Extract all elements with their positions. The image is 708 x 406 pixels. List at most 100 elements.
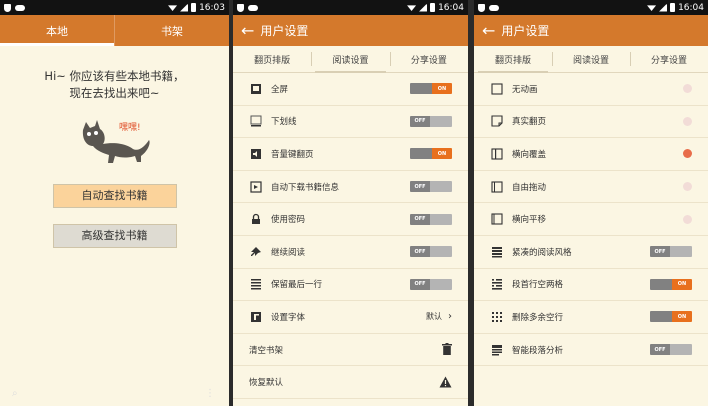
setting-label: 删除多余空行 [512, 312, 564, 323]
setting-row-indent[interactable]: 段首行空两格 ON [474, 269, 708, 302]
toggle-state: OFF [650, 344, 670, 356]
setting-row-keep-last-line[interactable]: 保留最后一行 OFF [233, 269, 468, 302]
battery-icon [670, 3, 676, 12]
tab-local[interactable]: 本地 [0, 15, 114, 46]
toggle-state: OFF [410, 278, 430, 290]
setting-row-clear-shelf[interactable]: 清空书架 [233, 334, 468, 367]
indent-toggle[interactable]: ON [650, 278, 692, 290]
toggle-state: OFF [410, 115, 430, 127]
setting-row-remove-blank-lines[interactable]: 删除多余空行 ON [474, 301, 708, 334]
toggle-state: OFF [410, 181, 430, 193]
auto-download-toggle[interactable]: OFF [410, 181, 452, 193]
toggle-state: OFF [410, 213, 430, 225]
battery-icon [191, 3, 197, 12]
download-icon [249, 180, 263, 194]
empty-message-line1: Hi~ 你应该有些本地书籍， [44, 69, 185, 83]
page-title: 用户设置 [501, 24, 550, 38]
pin-icon [249, 245, 263, 259]
compact-style-toggle[interactable]: OFF [650, 246, 692, 258]
shield-icon [237, 3, 244, 12]
tab-page-layout[interactable]: 翻页排版 [474, 46, 552, 73]
toggle-state: ON [432, 148, 452, 160]
setting-row-compact-style[interactable]: 紧凑的阅读风格 OFF [474, 236, 708, 269]
back-arrow-icon[interactable]: ← [241, 22, 254, 39]
fullscreen-toggle[interactable]: ON [410, 83, 452, 95]
setting-label: 设置字体 [271, 312, 306, 323]
tab-reading-settings[interactable]: 阅读设置 [552, 46, 630, 72]
tab-share-settings[interactable]: 分享设置 [630, 46, 708, 72]
page-title: 用户设置 [260, 24, 309, 38]
clock: 16:04 [678, 2, 704, 13]
setting-label: 横向平移 [512, 215, 547, 226]
wifi-icon [647, 5, 657, 11]
title-bar: ← 用户设置 [474, 15, 708, 46]
paragraph-icon [490, 343, 504, 357]
setting-row-underline[interactable]: 下划线 OFF [233, 106, 468, 139]
setting-row-auto-download[interactable]: 自动下载书籍信息 OFF [233, 171, 468, 204]
fullscreen-icon [249, 82, 263, 96]
cloud-icon [248, 4, 258, 11]
signal-icon [419, 3, 428, 12]
trash-icon[interactable] [442, 340, 452, 359]
horizontal-cover-radio[interactable] [683, 149, 692, 159]
clock: 16:04 [438, 2, 464, 13]
setting-row-no-animation[interactable]: 无动画 [474, 73, 708, 106]
tab-page-layout[interactable]: 翻页排版 [233, 46, 311, 72]
tab-bookshelf[interactable]: 书架 [114, 15, 229, 46]
chevron-right-icon: › [448, 311, 452, 323]
setting-row-free-drag[interactable]: 自由拖动 [474, 171, 708, 204]
cloud-icon [489, 4, 499, 11]
auto-find-books-button[interactable]: 自动查找书籍 [52, 184, 177, 208]
more-icon[interactable]: ⋮ [205, 388, 215, 399]
lock-icon [249, 212, 263, 226]
horizontal-slide-radio[interactable] [683, 214, 692, 224]
wifi-icon [407, 5, 417, 11]
remove-blank-lines-toggle[interactable]: ON [650, 311, 692, 323]
font-icon [249, 310, 263, 324]
toggle-state: ON [672, 311, 692, 323]
status-bar: 16:04 [233, 0, 468, 15]
wifi-icon [168, 5, 178, 11]
reading-settings-screen: 16:04 ← 用户设置 翻页排版 阅读设置 分享设置 全屏 ON 下划线 OF… [233, 0, 468, 406]
search-icon[interactable]: ⌕ [12, 388, 22, 399]
setting-row-continue-reading[interactable]: 继续阅读 OFF [233, 236, 468, 269]
setting-row-real-page-turn[interactable]: 真实翻页 [474, 106, 708, 139]
smart-paragraph-toggle[interactable]: OFF [650, 344, 692, 356]
advanced-find-books-button[interactable]: 高级查找书籍 [52, 224, 177, 248]
settings-tabs: 翻页排版 阅读设置 分享设置 [474, 46, 708, 73]
tab-share-settings[interactable]: 分享设置 [389, 46, 468, 72]
battery-icon [430, 3, 436, 12]
setting-label: 横向覆盖 [512, 149, 547, 160]
volume-page-toggle[interactable]: ON [410, 148, 452, 160]
shield-icon [478, 3, 485, 12]
free-drag-radio[interactable] [683, 182, 692, 192]
indent-icon [490, 277, 504, 291]
warning-icon[interactable] [439, 373, 452, 392]
setting-row-smart-paragraph[interactable]: 智能段落分析 OFF [474, 334, 708, 367]
status-bar: 16:04 [474, 0, 708, 15]
underline-toggle[interactable]: OFF [410, 115, 452, 127]
setting-row-restore-defaults[interactable]: 恢复默认 [233, 366, 468, 399]
setting-row-horizontal-cover[interactable]: 横向覆盖 [474, 138, 708, 171]
no-animation-radio[interactable] [683, 84, 692, 94]
local-books-screen: 16:03 本地 书架 Hi~ 你应该有些本地书籍， 现在去找出来吧~ 嘿嘿! … [0, 0, 229, 406]
signal-icon [180, 3, 189, 12]
continue-reading-toggle[interactable]: OFF [410, 246, 452, 258]
setting-row-volume-page[interactable]: 音量键翻页 ON [233, 138, 468, 171]
setting-row-font[interactable]: 设置字体 默认 › [233, 301, 468, 334]
setting-row-fullscreen[interactable]: 全屏 ON [233, 73, 468, 106]
settings-tabs: 翻页排版 阅读设置 分享设置 [233, 46, 468, 73]
password-toggle[interactable]: OFF [410, 213, 452, 225]
cat-bubble-text: 嘿嘿! [119, 122, 141, 133]
font-value: 默认 [426, 312, 442, 322]
real-page-turn-radio[interactable] [683, 116, 692, 126]
setting-label: 自由拖动 [512, 182, 547, 193]
back-arrow-icon[interactable]: ← [482, 22, 495, 39]
setting-label: 音量键翻页 [271, 149, 314, 160]
setting-label: 自动下载书籍信息 [271, 182, 340, 193]
setting-row-password[interactable]: 使用密码 OFF [233, 203, 468, 236]
tab-reading-settings[interactable]: 阅读设置 [311, 46, 389, 73]
lines-icon [249, 277, 263, 291]
keep-last-line-toggle[interactable]: OFF [410, 278, 452, 290]
setting-row-horizontal-slide[interactable]: 横向平移 [474, 203, 708, 236]
